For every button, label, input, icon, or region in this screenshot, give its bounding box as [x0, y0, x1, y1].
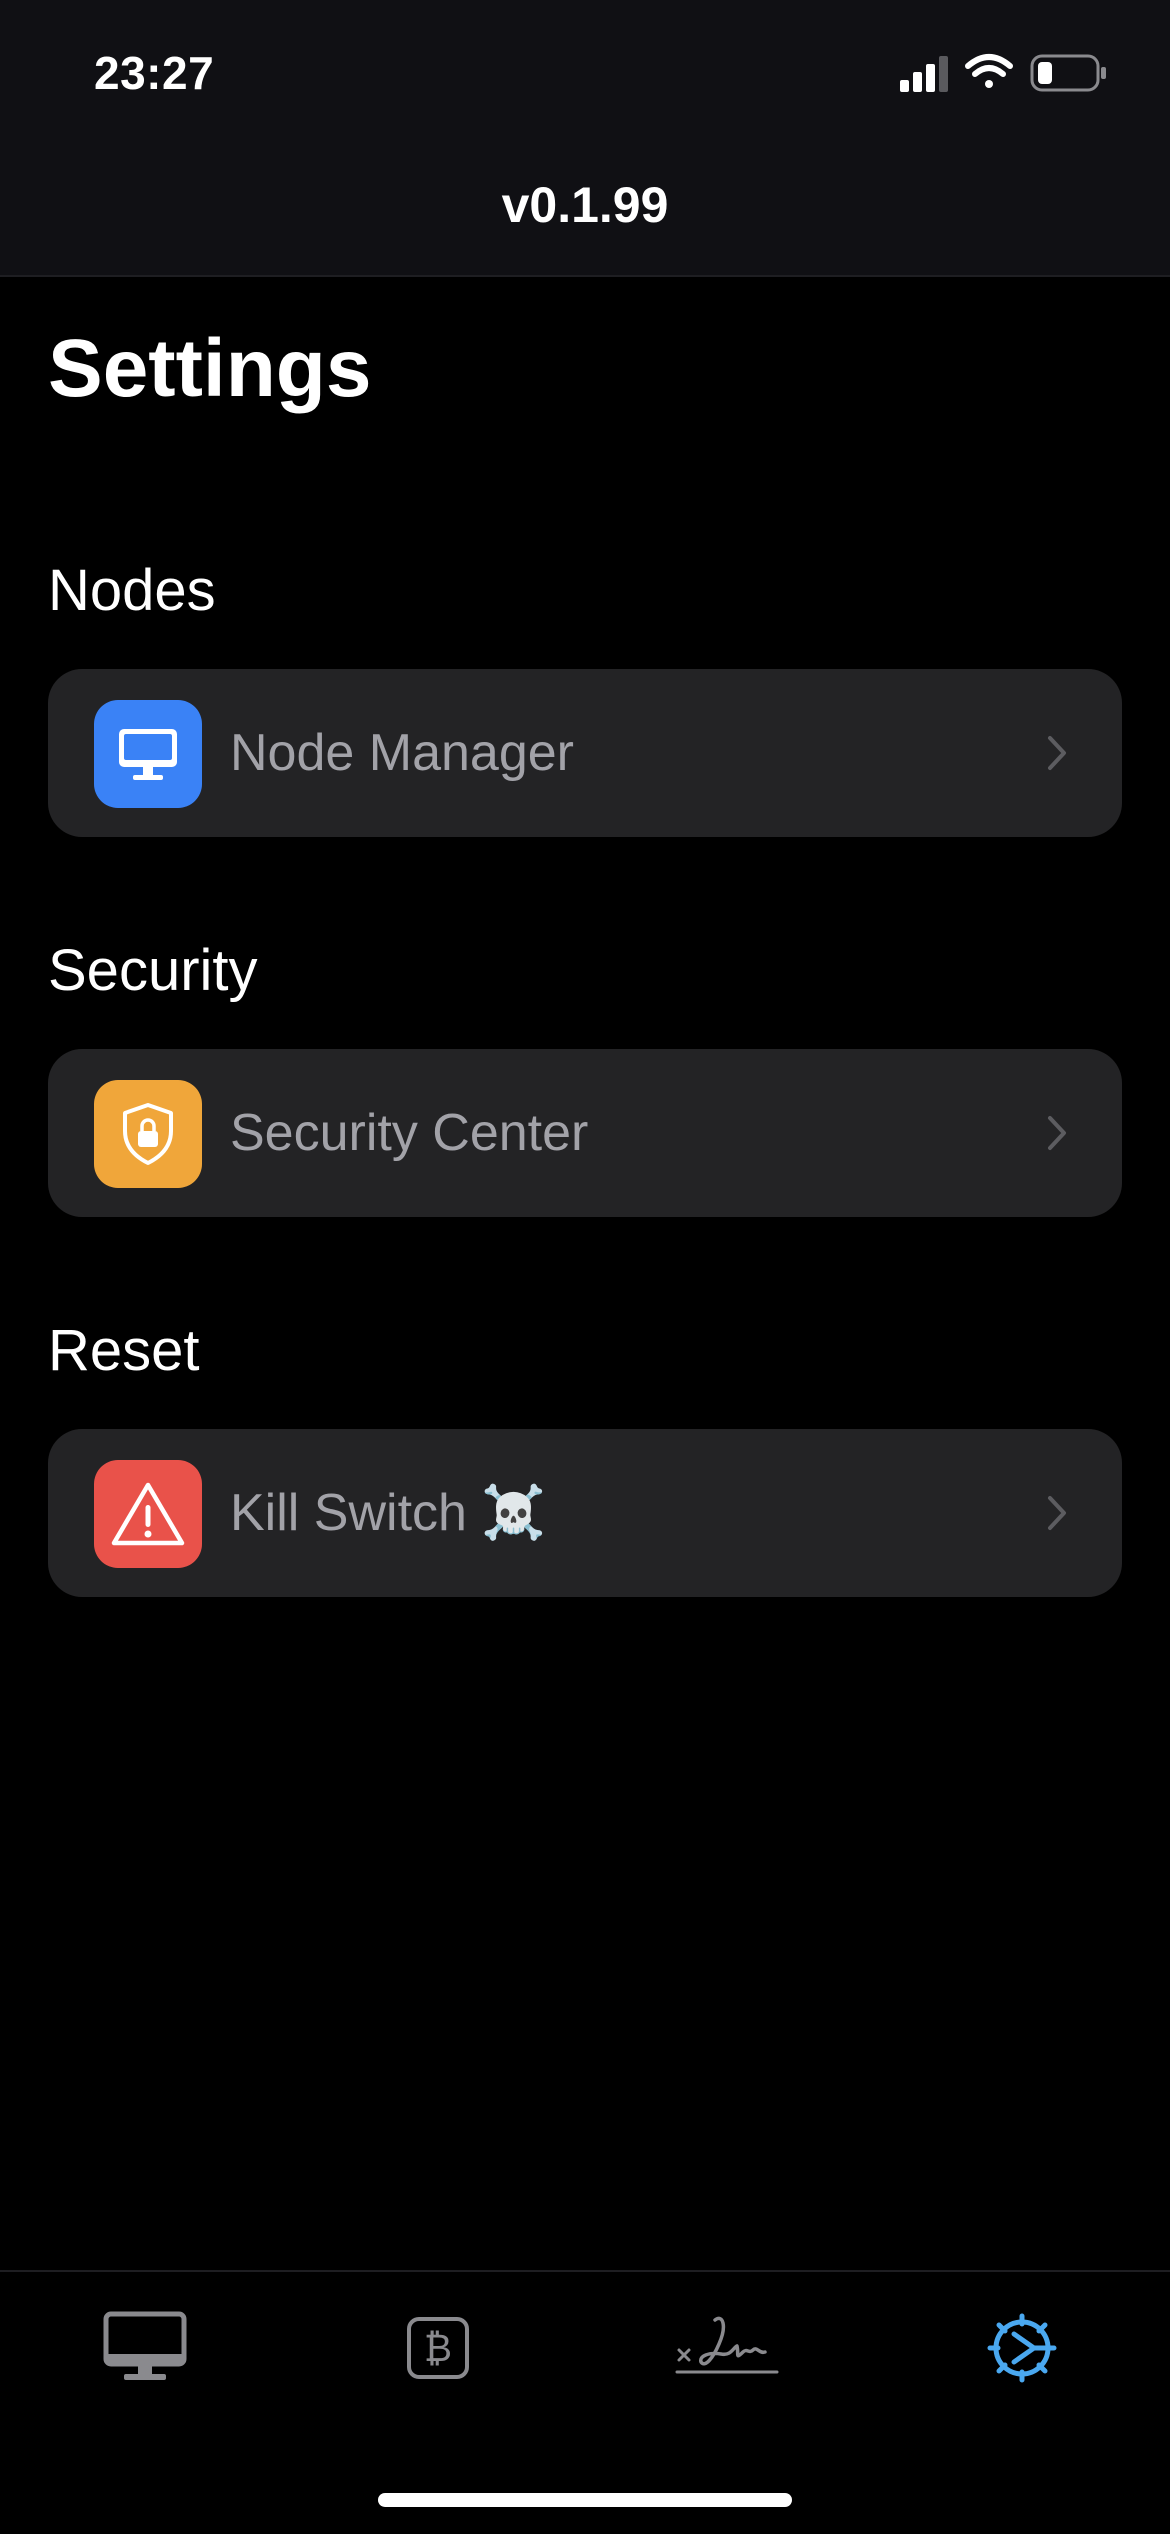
chevron-right-icon [1048, 736, 1066, 770]
node-manager-label: Node Manager [230, 724, 574, 782]
security-center-label: Security Center [230, 1104, 589, 1162]
chevron-right-icon [1048, 1496, 1066, 1530]
bitcoin-icon: ₿ [407, 2317, 469, 2379]
home-indicator [378, 2493, 792, 2507]
kill-switch-label: Kill Switch ☠️ [230, 1484, 547, 1542]
security-center-row[interactable]: Security Center [48, 1049, 1122, 1217]
navigation-bar: v0.1.99 [0, 140, 1170, 277]
status-bar: 23:27 [0, 0, 1170, 140]
svg-text:₿: ₿ [424, 2326, 452, 2370]
node-manager-row[interactable]: Node Manager [48, 669, 1122, 837]
cellular-signal-icon [900, 56, 948, 92]
battery-icon [1030, 54, 1106, 92]
tab-bitcoin[interactable]: ₿ [383, 2298, 493, 2398]
desktop-icon [94, 700, 202, 808]
section-header-security: Security [48, 938, 258, 1003]
signature-icon [675, 2316, 779, 2374]
chevron-right-icon [1048, 1116, 1066, 1150]
wifi-icon [965, 54, 1013, 88]
status-time: 23:27 [94, 47, 215, 99]
version-title: v0.1.99 [501, 177, 669, 233]
status-icons [900, 50, 1110, 100]
section-header-reset: Reset [48, 1318, 200, 1383]
section-header-nodes: Nodes [48, 558, 216, 623]
desktop-icon [103, 2311, 187, 2380]
tab-settings[interactable] [967, 2298, 1077, 2398]
warning-triangle-icon [94, 1460, 202, 1568]
kill-switch-row[interactable]: Kill Switch ☠️ [48, 1429, 1122, 1597]
page-title: Settings [48, 323, 372, 414]
tab-signature[interactable] [673, 2298, 783, 2398]
shield-lock-icon [94, 1080, 202, 1188]
tab-nodes[interactable] [90, 2298, 200, 2398]
gear-icon [987, 2313, 1057, 2383]
